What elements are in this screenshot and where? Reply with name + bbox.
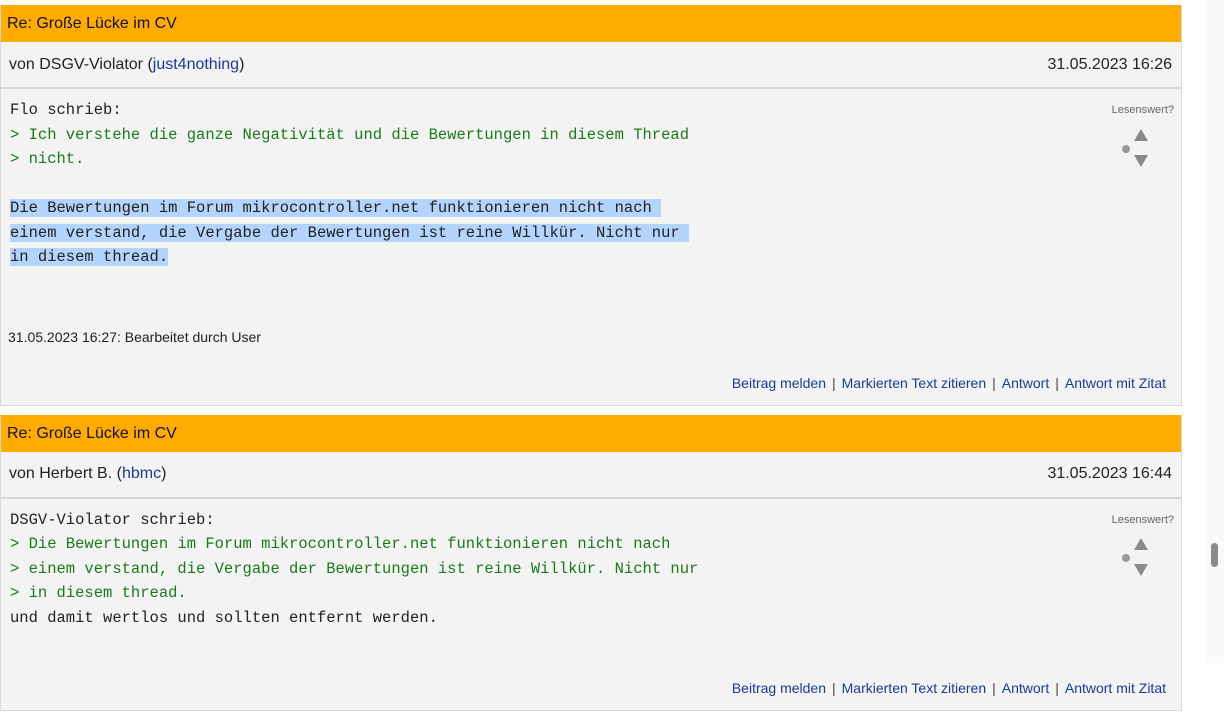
post-title: Re: Große Lücke im CV bbox=[1, 5, 1181, 42]
post-author: von Herbert B. (hbmc) bbox=[9, 465, 166, 483]
vertical-scrollbar[interactable] bbox=[1206, 0, 1224, 663]
quote-line: > Die Bewertungen im Forum mikrocontroll… bbox=[10, 535, 671, 553]
body-line: und damit wertlos und sollten entfernt w… bbox=[10, 608, 438, 627]
rating-controls bbox=[1094, 123, 1174, 173]
quote-header: DSGV-Violator schrieb: bbox=[10, 510, 215, 529]
author-suffix: ) bbox=[161, 465, 167, 482]
post-timestamp: 31.05.2023 16:44 bbox=[1047, 465, 1172, 482]
post-timestamp: 31.05.2023 16:26 bbox=[1047, 55, 1172, 73]
author-prefix: von Herbert B. ( bbox=[9, 465, 122, 482]
post-header: von Herbert B. (hbmc) 31.05.2023 16:44 bbox=[1, 452, 1181, 499]
rating-widget: Lesenswert? bbox=[1094, 98, 1174, 173]
upvote-arrow-icon[interactable] bbox=[1134, 538, 1148, 550]
reply-link[interactable]: Antwort bbox=[1002, 680, 1049, 696]
selected-text-line: einem verstand, die Vergabe der Bewertun… bbox=[10, 223, 690, 242]
post-body: Lesenswert? DSGV-Violator schrieb: > Die… bbox=[1, 499, 1181, 710]
username-link[interactable]: just4nothing bbox=[153, 56, 239, 73]
action-separator: | bbox=[992, 680, 996, 696]
forum-post: Re: Große Lücke im CV von Herbert B. (hb… bbox=[0, 414, 1182, 711]
quote-line: > einem verstand, die Vergabe der Bewert… bbox=[10, 559, 699, 578]
action-separator: | bbox=[832, 375, 836, 391]
post-author: von DSGV-Violator (just4nothing) bbox=[9, 56, 244, 74]
quote-selected-link[interactable]: Markierten Text zitieren bbox=[842, 375, 986, 391]
selected-text-line: Die Bewertungen im Forum mikrocontroller… bbox=[10, 199, 662, 217]
upvote-arrow-icon[interactable] bbox=[1134, 128, 1148, 141]
action-separator: | bbox=[1055, 680, 1059, 696]
rating-label: Lesenswert? bbox=[1111, 104, 1174, 116]
post-body: Lesenswert? Flo schrieb: > Ich verstehe … bbox=[1, 89, 1181, 405]
reply-with-quote-link[interactable]: Antwort mit Zitat bbox=[1065, 375, 1166, 391]
post-title: Re: Große Lücke im CV bbox=[1, 414, 1181, 452]
rating-dot-icon bbox=[1122, 144, 1130, 153]
post-actions: Beitrag melden | Markierten Text zitieren |… bbox=[10, 654, 1173, 710]
quote-selected-link[interactable]: Markierten Text zitieren bbox=[842, 680, 986, 696]
quote-header: Flo schrieb: bbox=[10, 101, 122, 119]
rating-dot-icon bbox=[1122, 554, 1130, 562]
action-separator: | bbox=[992, 375, 996, 391]
downvote-arrow-icon[interactable] bbox=[1134, 154, 1148, 167]
downvote-arrow-icon[interactable] bbox=[1134, 564, 1148, 576]
forum-post: Re: Große Lücke im CV von DSGV-Violator … bbox=[0, 5, 1182, 406]
post-list: Re: Große Lücke im CV von DSGV-Violator … bbox=[0, 5, 1182, 720]
scrollbar-thumb[interactable] bbox=[1211, 543, 1218, 567]
author-prefix: von DSGV-Violator ( bbox=[9, 55, 153, 73]
reply-link[interactable]: Antwort bbox=[1002, 375, 1049, 391]
quote-line: > nicht. bbox=[10, 150, 85, 168]
edited-note: 31.05.2023 16:27: Bearbeitet durch User bbox=[8, 328, 261, 345]
quote-line: > in diesem thread. bbox=[10, 584, 187, 602]
author-suffix: ) bbox=[239, 55, 245, 73]
rating-controls bbox=[1094, 532, 1174, 582]
post-actions: Beitrag melden | Markierten Text zitieren |… bbox=[10, 349, 1173, 405]
username-link[interactable]: hbmc bbox=[122, 465, 161, 482]
rating-label: Lesenswert? bbox=[1111, 513, 1174, 526]
selected-text-line: in diesem thread. bbox=[10, 248, 169, 266]
reply-with-quote-link[interactable]: Antwort mit Zitat bbox=[1065, 680, 1166, 696]
report-post-link[interactable]: Beitrag melden bbox=[732, 680, 826, 696]
post-header: von DSGV-Violator (just4nothing) 31.05.2… bbox=[1, 42, 1181, 89]
report-post-link[interactable]: Beitrag melden bbox=[732, 375, 826, 391]
action-separator: | bbox=[832, 680, 836, 696]
quote-line: > Ich verstehe die ganze Negativität und… bbox=[10, 125, 690, 144]
rating-widget: Lesenswert? bbox=[1094, 508, 1174, 583]
action-separator: | bbox=[1055, 375, 1059, 391]
